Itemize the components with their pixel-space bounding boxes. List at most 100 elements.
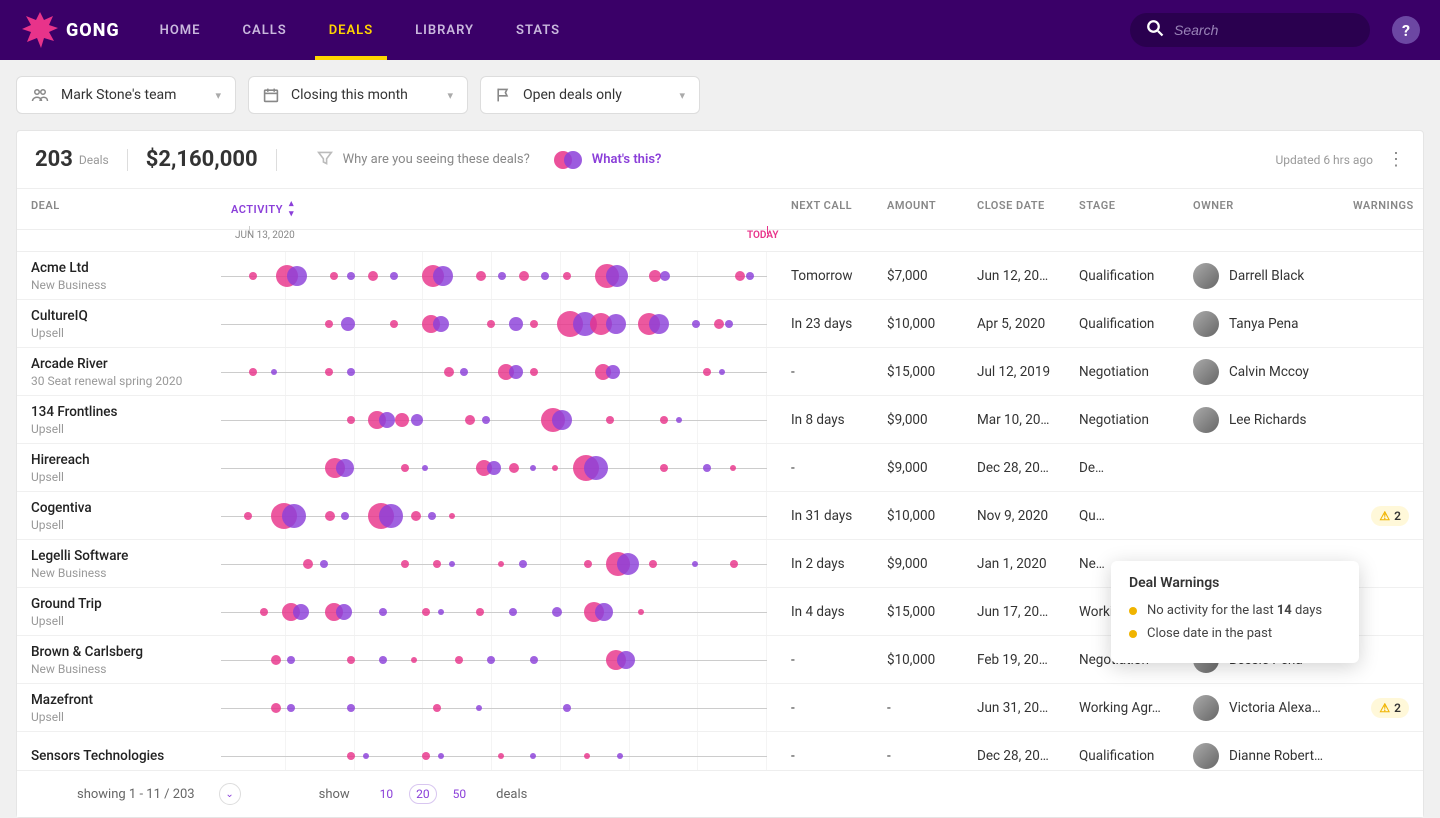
activity-bubble[interactable] [379, 656, 387, 664]
activity-bubble[interactable] [271, 655, 281, 665]
activity-bubble[interactable] [530, 656, 538, 664]
activity-bubble[interactable] [465, 415, 475, 425]
activity-bubble[interactable] [482, 416, 490, 424]
activity-bubble[interactable] [584, 456, 608, 480]
activity-bubble[interactable] [563, 272, 571, 280]
activity-bubble[interactable] [487, 320, 495, 328]
col-owner[interactable]: OWNER [1179, 189, 1339, 229]
table-row[interactable]: HirereachUpsell-$9,000Dec 28, 2020De… [17, 444, 1423, 492]
activity-bubble[interactable] [444, 367, 454, 377]
activity-bubble[interactable] [347, 656, 355, 664]
activity-bubble[interactable] [347, 272, 355, 280]
activity-bubble[interactable] [509, 463, 519, 473]
col-stage[interactable]: STAGE [1065, 189, 1179, 229]
activity-bubble[interactable] [363, 753, 369, 759]
activity-bubble[interactable] [714, 319, 724, 329]
activity-bubble[interactable] [746, 272, 754, 280]
activity-bubble[interactable] [476, 705, 482, 711]
activity-bubble[interactable] [498, 753, 504, 759]
activity-bubble[interactable] [449, 513, 455, 519]
activity-bubble[interactable] [341, 317, 355, 331]
activity-bubble[interactable] [703, 464, 711, 472]
activity-bubble[interactable] [487, 461, 501, 475]
activity-bubble[interactable] [287, 704, 295, 712]
table-row[interactable]: CogentivaUpsellIn 31 days$10,000Nov 9, 2… [17, 492, 1423, 540]
activity-bubble[interactable] [249, 368, 257, 376]
logo[interactable]: GONG [20, 10, 120, 50]
activity-bubble[interactable] [341, 512, 349, 520]
activity-bubble[interactable] [438, 753, 444, 759]
activity-bubble[interactable] [368, 271, 378, 281]
activity-bubble[interactable] [719, 369, 725, 375]
table-row[interactable]: 134 FrontlinesUpsellIn 8 days$9,000Mar 1… [17, 396, 1423, 444]
activity-bubble[interactable] [422, 465, 428, 471]
activity-bubble[interactable] [509, 365, 523, 379]
activity-bubble[interactable] [282, 504, 306, 528]
activity-bubble[interactable] [606, 314, 626, 334]
activity-bubble[interactable] [390, 272, 398, 280]
filter-team[interactable]: Mark Stone's team ▾ [16, 76, 236, 114]
col-close-date[interactable]: CLOSE DATE [963, 189, 1065, 229]
activity-bubble[interactable] [552, 410, 572, 430]
more-menu-icon[interactable]: ⋮ [1387, 151, 1405, 169]
activity-bubble[interactable] [476, 271, 486, 281]
activity-bubble[interactable] [649, 560, 657, 568]
activity-bubble[interactable] [395, 413, 409, 427]
activity-bubble[interactable] [519, 271, 529, 281]
activity-bubble[interactable] [617, 753, 623, 759]
activity-bubble[interactable] [330, 272, 338, 280]
activity-bubble[interactable] [390, 320, 398, 328]
activity-bubble[interactable] [379, 504, 403, 528]
nav-deals[interactable]: DEALS [329, 1, 373, 60]
activity-bubble[interactable] [347, 368, 355, 376]
activity-bubble[interactable] [271, 703, 281, 713]
activity-bubble[interactable] [563, 704, 571, 712]
expand-button[interactable]: ⌄ [219, 783, 241, 805]
table-row[interactable]: CultureIQUpsellIn 23 days$10,000Apr 5, 2… [17, 300, 1423, 348]
activity-bubble[interactable] [379, 412, 395, 428]
search-box[interactable] [1130, 13, 1370, 47]
activity-bubble[interactable] [422, 608, 430, 616]
page-size-50[interactable]: 50 [447, 785, 473, 803]
nav-library[interactable]: LIBRARY [415, 1, 474, 60]
activity-bubble[interactable] [730, 465, 736, 471]
filter-status[interactable]: Open deals only ▾ [480, 76, 700, 114]
activity-bubble[interactable] [595, 603, 613, 621]
activity-bubble[interactable] [476, 608, 484, 616]
activity-bubble[interactable] [455, 656, 463, 664]
col-warnings[interactable]: WARNINGS [1339, 189, 1423, 229]
activity-bubble[interactable] [638, 609, 644, 615]
activity-bubble[interactable] [584, 560, 592, 568]
activity-bubble[interactable] [433, 704, 441, 712]
activity-bubble[interactable] [379, 608, 387, 616]
warning-badge[interactable]: ⚠2 [1371, 698, 1409, 718]
activity-bubble[interactable] [730, 560, 738, 568]
activity-bubble[interactable] [336, 604, 352, 620]
activity-bubble[interactable] [703, 368, 711, 376]
activity-bubble[interactable] [530, 368, 538, 376]
activity-bubble[interactable] [617, 553, 639, 575]
activity-bubble[interactable] [584, 753, 590, 759]
why-link[interactable]: Why are you seeing these deals? [343, 152, 530, 167]
activity-bubble[interactable] [325, 511, 335, 521]
activity-bubble[interactable] [498, 272, 506, 280]
nav-stats[interactable]: STATS [516, 1, 560, 60]
activity-bubble[interactable] [676, 417, 682, 423]
activity-bubble[interactable] [433, 560, 441, 568]
activity-bubble[interactable] [287, 656, 295, 664]
activity-bubble[interactable] [530, 465, 536, 471]
warning-badge[interactable]: ⚠2 [1371, 506, 1409, 526]
col-activity[interactable]: ACTIVITY▴▾ [217, 189, 777, 229]
activity-bubble[interactable] [660, 271, 670, 281]
activity-bubble[interactable] [692, 320, 700, 328]
activity-bubble[interactable] [438, 609, 444, 615]
nav-home[interactable]: HOME [160, 1, 201, 60]
activity-bubble[interactable] [433, 266, 453, 286]
activity-bubble[interactable] [347, 416, 355, 424]
activity-bubble[interactable] [422, 752, 430, 760]
activity-bubble[interactable] [606, 265, 628, 287]
activity-bubble[interactable] [303, 559, 313, 569]
activity-bubble[interactable] [401, 560, 409, 568]
activity-bubble[interactable] [320, 560, 328, 568]
activity-bubble[interactable] [509, 608, 517, 616]
